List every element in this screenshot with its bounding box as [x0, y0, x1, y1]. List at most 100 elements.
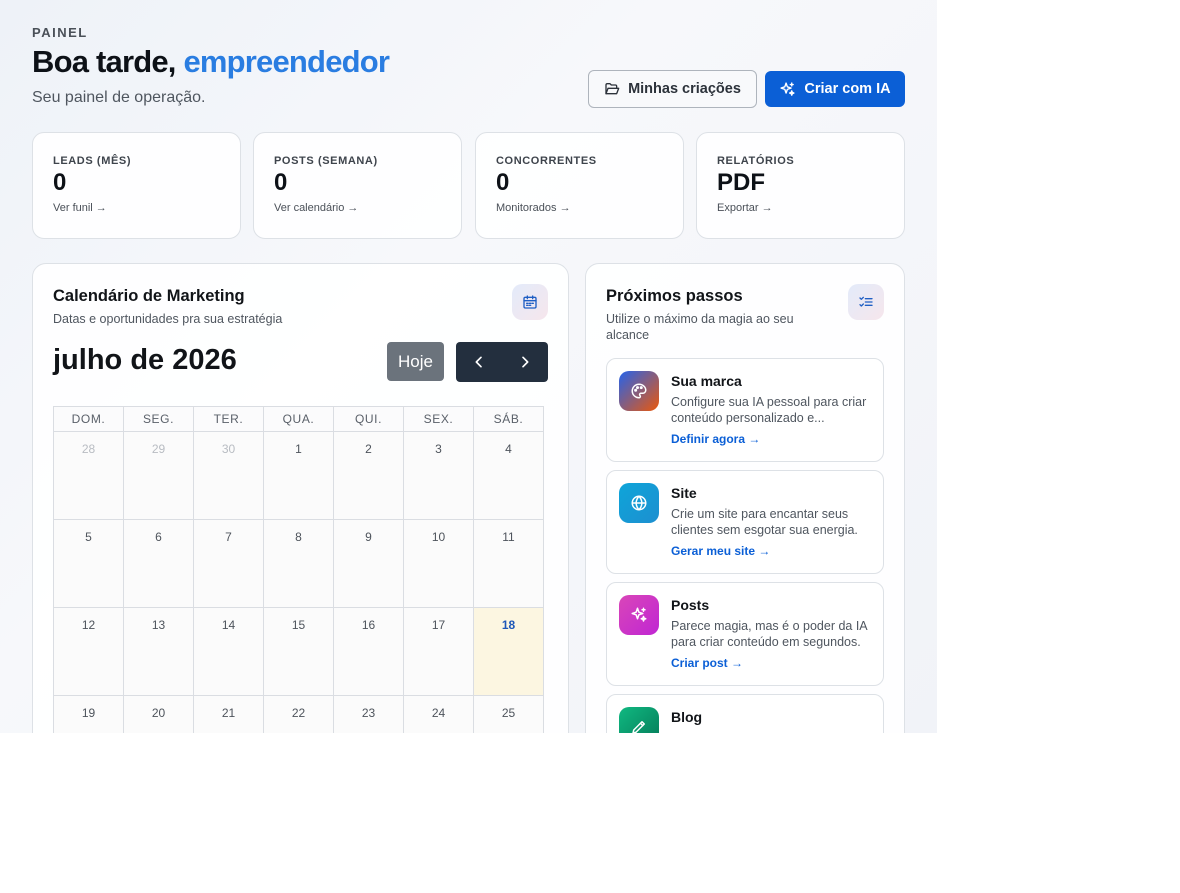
calendar-week-row: 28 29 30 1 2 3 4 [53, 431, 544, 520]
step-blog: Blog [606, 694, 884, 733]
calendar-title: Calendário de Marketing [53, 287, 245, 305]
calendar-subtitle: Datas e oportunidades pra sua estratégia [53, 312, 283, 326]
calendar-day[interactable]: 12 [53, 607, 124, 696]
calendar-day[interactable]: 21 [193, 695, 264, 733]
weekday-header: SEX. [403, 406, 474, 432]
calendar-icon-button[interactable] [512, 284, 548, 320]
checklist-icon [859, 296, 873, 307]
calendar-day[interactable]: 24 [403, 695, 474, 733]
dashboard-viewport: PAINEL Boa tarde, empreendedor Seu paine… [0, 0, 937, 733]
calendar-week-row: 5 6 7 8 9 10 11 [53, 519, 544, 608]
sparkles-icon [780, 81, 795, 96]
stat-value: 0 [274, 169, 288, 196]
stat-link-monitored[interactable]: Monitorados → [496, 202, 663, 214]
calendar-day[interactable]: 16 [333, 607, 404, 696]
page-title: Boa tarde, empreendedor [32, 44, 390, 80]
calendar-day[interactable]: 19 [53, 695, 124, 733]
next-steps-card: Próximos passos Utilize o máximo da magi… [585, 263, 905, 733]
calendar-day[interactable]: 22 [263, 695, 334, 733]
calendar-day[interactable]: 20 [123, 695, 194, 733]
calendar-day[interactable]: 1 [263, 431, 334, 520]
calendar-month-label: julho de 2026 [53, 344, 237, 376]
stat-card-competitors: CONCORRENTES 0 Monitorados → [475, 132, 684, 239]
chevron-right-icon [522, 356, 529, 368]
step-brand: Sua marca Configure sua IA pessoal para … [606, 358, 884, 462]
my-creations-button[interactable]: Minhas criações [588, 70, 757, 108]
calendar-day[interactable]: 8 [263, 519, 334, 608]
step-description [671, 730, 875, 733]
step-description: Crie um site para encantar seus clientes… [671, 507, 858, 537]
step-posts: Posts Parece magia, mas é o poder da IA … [606, 582, 884, 686]
weekday-header: SÁB. [473, 406, 544, 432]
stat-card-posts: POSTS (SEMANA) 0 Ver calendário → [253, 132, 462, 239]
calendar-day[interactable]: 15 [263, 607, 334, 696]
step-icon-tile [619, 595, 659, 635]
step-title: Posts [671, 597, 710, 613]
stat-value: PDF [717, 169, 765, 196]
stat-value: 0 [53, 169, 67, 196]
stat-link-funnel[interactable]: Ver funil → [53, 202, 220, 214]
step-title: Site [671, 485, 697, 501]
stat-label: POSTS (SEMANA) [274, 155, 378, 167]
stat-link-calendar[interactable]: Ver calendário → [274, 202, 441, 214]
step-link-define-now[interactable]: Definir agora → [671, 432, 760, 446]
calendar-day[interactable]: 10 [403, 519, 474, 608]
weekday-header: DOM. [53, 406, 124, 432]
stat-label: CONCORRENTES [496, 155, 597, 167]
calendar-day[interactable]: 30 [193, 431, 264, 520]
create-with-ai-button[interactable]: Criar com IA [765, 71, 905, 107]
step-icon-tile [619, 707, 659, 733]
step-description: Configure sua IA pessoal para criar cont… [671, 395, 867, 425]
create-with-ai-label: Criar com IA [804, 81, 891, 97]
calendar-nav [456, 342, 548, 382]
stat-label: LEADS (MÊS) [53, 155, 132, 167]
greeting-text: Boa tarde, [32, 44, 176, 79]
step-description: Parece magia, mas é o poder da IA para c… [671, 619, 867, 649]
next-steps-title: Próximos passos [606, 287, 743, 305]
page-overline: PAINEL [32, 25, 88, 40]
calendar-day[interactable]: 3 [403, 431, 474, 520]
today-button[interactable]: Hoje [387, 342, 444, 381]
calendar-week-row: 12 13 14 15 16 17 18 [53, 607, 544, 696]
calendar-day[interactable]: 14 [193, 607, 264, 696]
checklist-icon-button[interactable] [848, 284, 884, 320]
calendar-day[interactable]: 25 [473, 695, 544, 733]
greeting-name: empreendedor [183, 44, 390, 79]
next-month-button[interactable] [502, 342, 548, 382]
stat-value: 0 [496, 169, 510, 196]
calendar-week-row: 19 20 21 22 23 24 25 [53, 695, 544, 733]
my-creations-label: Minhas criações [628, 81, 741, 97]
step-link-generate-site[interactable]: Gerar meu site → [671, 544, 770, 558]
step-link-create-post[interactable]: Criar post → [671, 656, 743, 670]
calendar-day[interactable]: 5 [53, 519, 124, 608]
step-title: Sua marca [671, 373, 742, 389]
calendar-day[interactable]: 4 [473, 431, 544, 520]
calendar-day[interactable]: 13 [123, 607, 194, 696]
calendar-day[interactable]: 29 [123, 431, 194, 520]
calendar-day[interactable]: 7 [193, 519, 264, 608]
globe-icon [631, 495, 647, 511]
weekday-header: QUI. [333, 406, 404, 432]
page-subtitle: Seu painel de operação. [32, 89, 206, 106]
step-site: Site Crie um site para encantar seus cli… [606, 470, 884, 574]
calendar-day-today[interactable]: 18 [473, 607, 544, 696]
calendar-day[interactable]: 6 [123, 519, 194, 608]
calendar-icon [523, 295, 537, 309]
step-icon-tile [619, 483, 659, 523]
calendar-day[interactable]: 23 [333, 695, 404, 733]
stat-link-export[interactable]: Exportar → [717, 202, 884, 214]
calendar-day[interactable]: 9 [333, 519, 404, 608]
calendar-day[interactable]: 28 [53, 431, 124, 520]
calendar-day[interactable]: 2 [333, 431, 404, 520]
palette-icon [631, 383, 647, 399]
prev-month-button[interactable] [456, 342, 502, 382]
weekday-header: QUA. [263, 406, 334, 432]
step-title: Blog [671, 709, 703, 725]
step-icon-tile [619, 371, 659, 411]
stat-card-reports: RELATÓRIOS PDF Exportar → [696, 132, 905, 239]
calendar-grid: DOM. SEG. TER. QUA. QUI. SEX. SÁB. 28 29… [53, 406, 544, 733]
pencil-icon [632, 721, 645, 733]
calendar-day[interactable]: 11 [473, 519, 544, 608]
calendar-day[interactable]: 17 [403, 607, 474, 696]
weekday-header-row: DOM. SEG. TER. QUA. QUI. SEX. SÁB. [53, 406, 544, 432]
